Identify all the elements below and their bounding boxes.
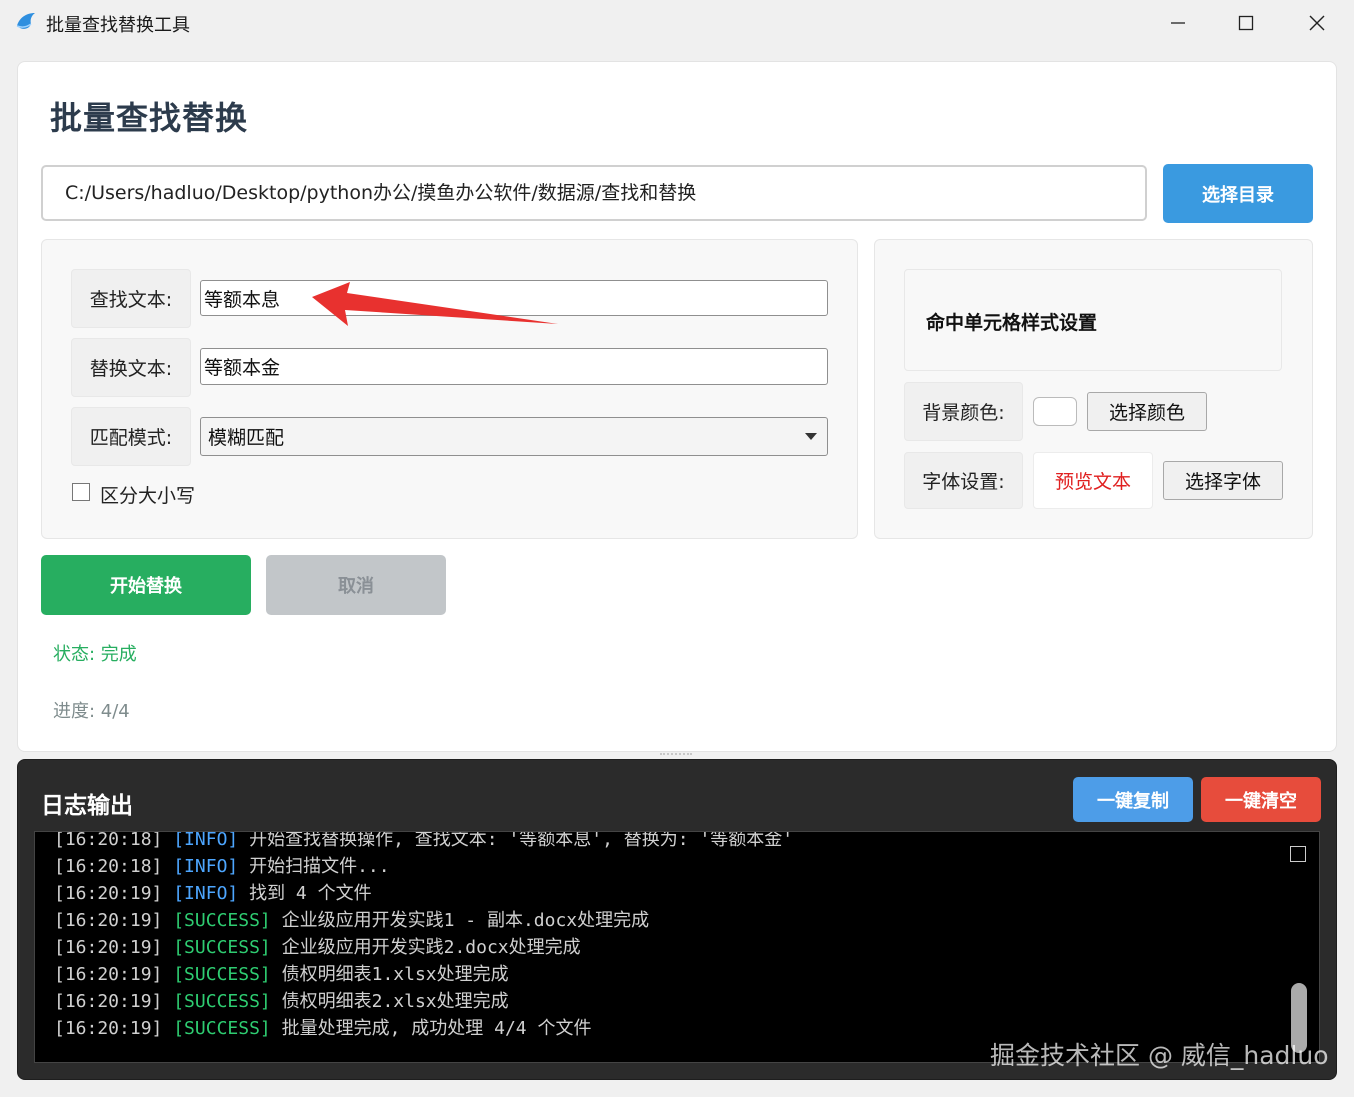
page-title: 批量查找替换 (50, 99, 249, 137)
watermark-text: 掘金技术社区 @ 威信_hadluo (990, 1041, 1329, 1070)
log-level: [INFO] (173, 831, 239, 850)
clear-all-button[interactable]: 一键清空 (1201, 777, 1321, 822)
status-text: 状态: 完成 (53, 644, 137, 665)
chevron-down-icon (805, 433, 817, 440)
log-level: [INFO] (173, 856, 239, 877)
choose-color-button[interactable]: 选择颜色 (1087, 392, 1207, 431)
log-message: 开始查找替换操作, 查找文本: '等额本息', 替换为: '等额本金' (249, 831, 794, 850)
panel-splitter-handle[interactable] (660, 753, 692, 758)
choose-font-button[interactable]: 选择字体 (1163, 461, 1283, 500)
log-time: [16:20:18] (54, 856, 163, 877)
match-mode-value: 模糊匹配 (208, 427, 285, 449)
log-line: [16:20:18] [INFO] 开始查找替换操作, 查找文本: '等额本息'… (54, 831, 794, 853)
minimize-button[interactable] (1156, 8, 1200, 38)
log-line: [16:20:19] [INFO] 找到 4 个文件 (54, 880, 793, 907)
log-level: [SUCCESS] (173, 937, 271, 958)
log-line: [16:20:19] [SUCCESS] 企业级应用开发实践1 - 副本.doc… (54, 907, 793, 934)
log-time: [16:20:19] (54, 910, 163, 931)
log-level: [INFO] (173, 883, 239, 904)
log-line: [16:20:19] [SUCCESS] 债权明细表2.xlsx处理完成 (54, 988, 793, 1015)
log-level: [SUCCESS] (173, 910, 271, 931)
log-line: [16:20:19] [SUCCESS] 批量处理完成, 成功处理 4/4 个文… (54, 1015, 793, 1042)
log-message: 开始扫描文件... (249, 856, 390, 877)
find-text-label: 查找文本: (71, 269, 191, 328)
select-directory-button[interactable]: 选择目录 (1163, 164, 1313, 223)
font-settings-label: 字体设置: (904, 452, 1023, 509)
log-time: [16:20:19] (54, 937, 163, 958)
maximize-button[interactable] (1224, 8, 1268, 38)
annotation-arrow-icon (312, 282, 558, 326)
font-preview-text: 预览文本 (1033, 452, 1153, 509)
log-level: [SUCCESS] (173, 1018, 271, 1039)
app-logo-icon (16, 13, 35, 29)
log-time: [16:20:19] (54, 883, 163, 904)
maximize-icon (1238, 15, 1254, 31)
close-icon (1309, 15, 1325, 31)
log-message: 债权明细表1.xlsx处理完成 (281, 964, 509, 985)
bg-color-label: 背景颜色: (904, 382, 1023, 441)
log-level: [SUCCESS] (173, 991, 271, 1012)
log-time: [16:20:19] (54, 1018, 163, 1039)
log-message: 找到 4 个文件 (249, 883, 372, 904)
log-time: [16:20:18] (54, 831, 163, 850)
case-sensitive-label[interactable]: 区分大小写 (100, 481, 195, 508)
log-line: [16:20:18] [INFO] 开始扫描文件... (54, 853, 793, 880)
log-message: 企业级应用开发实践2.docx处理完成 (281, 937, 581, 958)
window-title: 批量查找替换工具 (46, 15, 190, 36)
log-message: 企业级应用开发实践1 - 副本.docx处理完成 (281, 910, 650, 931)
log-line: [16:20:19] [SUCCESS] 企业级应用开发实践2.docx处理完成 (54, 934, 793, 961)
scroll-up-button[interactable] (1290, 846, 1306, 862)
log-line: [16:20:19] [SUCCESS] 债权明细表1.xlsx处理完成 (54, 961, 793, 988)
log-message: 债权明细表2.xlsx处理完成 (281, 991, 509, 1012)
style-settings-title: 命中单元格样式设置 (926, 312, 1098, 334)
replace-text-label: 替换文本: (71, 338, 191, 397)
copy-all-button[interactable]: 一键复制 (1073, 777, 1193, 822)
log-lines: [16:20:18] [INFO] 开始查找替换操作, 查找文本: '等额本息'… (54, 831, 794, 1042)
start-replace-button[interactable]: 开始替换 (41, 555, 251, 615)
replace-text-input[interactable]: 等额本金 (200, 348, 828, 385)
title-bar: 批量查找替换工具 (0, 0, 1354, 46)
match-mode-label: 匹配模式: (71, 407, 191, 466)
log-time: [16:20:19] (54, 991, 163, 1012)
log-title: 日志输出 (41, 793, 133, 819)
log-time: [16:20:19] (54, 964, 163, 985)
log-message: 批量处理完成, 成功处理 4/4 个文件 (281, 1018, 592, 1039)
progress-text: 进度: 4/4 (53, 701, 130, 722)
bg-color-swatch (1033, 397, 1077, 426)
match-mode-select[interactable]: 模糊匹配 (200, 417, 828, 456)
log-level: [SUCCESS] (173, 964, 271, 985)
log-output-area[interactable]: [16:20:18] [INFO] 开始查找替换操作, 查找文本: '等额本息'… (34, 831, 1320, 1063)
case-sensitive-checkbox[interactable] (72, 483, 90, 501)
minimize-icon (1171, 22, 1185, 24)
directory-path-input[interactable]: C:/Users/hadluo/Desktop/python办公/摸鱼办公软件/… (41, 165, 1147, 221)
cancel-button[interactable]: 取消 (266, 555, 446, 615)
close-button[interactable] (1295, 8, 1339, 38)
